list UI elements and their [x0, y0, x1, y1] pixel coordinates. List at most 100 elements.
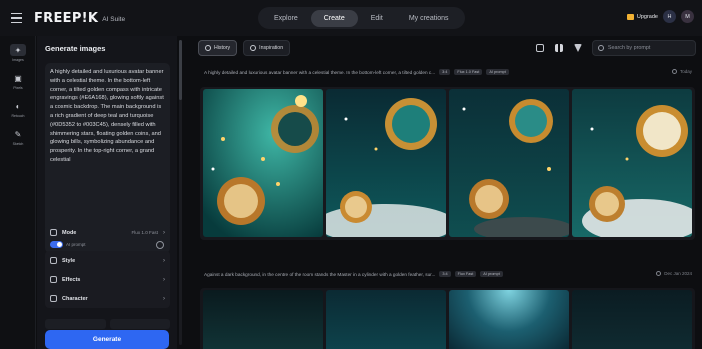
sketch-icon: ✎: [14, 129, 22, 139]
view-options: [536, 44, 582, 52]
image-batch: [200, 288, 695, 349]
tab-create[interactable]: Create: [310, 9, 358, 27]
character-option[interactable]: Character ›: [45, 289, 170, 308]
tag-ai-prompt: AI prompt: [486, 69, 509, 75]
search-box: [592, 40, 696, 56]
effects-icon: [50, 276, 57, 283]
crown-icon: [626, 13, 634, 20]
batch-date-label: Today: [679, 69, 692, 74]
batch-prompt-text[interactable]: A highly detailed and luxurious avatar b…: [204, 70, 435, 75]
mode-value: Flux 1.0 Fast: [131, 230, 158, 235]
generated-image[interactable]: [203, 89, 323, 237]
rail-item-retouch[interactable]: ◐ Retouch: [0, 95, 36, 123]
batch-prompt-line: A highly detailed and luxurious avatar b…: [204, 69, 509, 75]
quantity-stepper[interactable]: [45, 319, 106, 329]
prompt-text[interactable]: A highly detailed and luxurious avatar b…: [50, 68, 165, 218]
logo-subtitle: AI Suite: [102, 15, 126, 23]
tag-model: Flux Fast: [454, 271, 477, 277]
generated-image[interactable]: [203, 290, 323, 349]
generated-image[interactable]: [449, 290, 569, 349]
image-batch: [200, 87, 695, 240]
effects-option[interactable]: Effects ›: [45, 270, 170, 289]
image-icon: ✦: [10, 44, 26, 56]
tag-model: Flux 1.0 Fast: [454, 69, 483, 75]
history-icon: [205, 45, 211, 51]
ai-prompt-toggle[interactable]: [50, 241, 63, 248]
select-icon[interactable]: [536, 44, 544, 52]
sparkle-icon: [250, 45, 257, 51]
notifications-avatar[interactable]: H: [663, 10, 676, 23]
grid-view-icon[interactable]: [555, 44, 563, 52]
generated-image[interactable]: [572, 89, 692, 237]
rail-item-pixels[interactable]: ▣ Pixels: [0, 67, 36, 95]
inspiration-button[interactable]: Inspiration: [243, 40, 291, 56]
chevron-right-icon: ›: [163, 257, 165, 264]
tool-rail: ✦ Images ▣ Pixels ◐ Retouch ✎ Sketch: [0, 36, 36, 349]
rail-item-images[interactable]: ✦ Images: [0, 39, 36, 67]
generated-image[interactable]: [449, 89, 569, 237]
batch-prompt-line: Against a dark background, in the centre…: [204, 271, 503, 277]
batch-prompt-text[interactable]: Against a dark background, in the centre…: [204, 272, 435, 277]
history-button[interactable]: History: [198, 40, 238, 56]
user-avatar[interactable]: M: [681, 10, 694, 23]
inspiration-label: Inspiration: [259, 45, 284, 51]
tag-ai-prompt: AI prompt: [480, 271, 503, 277]
retouch-icon: ◐: [15, 101, 21, 111]
character-label: Character: [62, 295, 88, 302]
options-group: Style › Effects › Character ›: [45, 251, 170, 308]
style-icon: [50, 257, 57, 264]
top-right-actions: Upgrade H M: [626, 10, 694, 23]
ai-prompt-label: AI prompt: [66, 242, 86, 247]
rail-label: Pixels: [13, 86, 23, 90]
tab-edit[interactable]: Edit: [358, 10, 396, 27]
batch-date: Dec Jan 2024: [656, 271, 692, 276]
clock-icon: [671, 69, 677, 74]
chevron-right-icon: ›: [163, 295, 165, 302]
app-root: FREEP!K AI Suite Explore Create Edit My …: [0, 0, 702, 349]
filter-icon[interactable]: [574, 44, 582, 52]
panel-scrollbar[interactable]: [179, 40, 182, 345]
style-label: Style: [62, 257, 76, 264]
mode-selector[interactable]: Mode Flux 1.0 Fast ›: [45, 225, 170, 240]
search-icon: [598, 45, 604, 51]
generated-image[interactable]: [572, 290, 692, 349]
ai-prompt-toggle-row: AI prompt: [50, 241, 86, 248]
generated-image[interactable]: [326, 290, 446, 349]
main-content: History Inspiration A highly detailed an…: [186, 36, 702, 349]
character-icon: [50, 295, 57, 302]
quantity-controls: [45, 319, 170, 329]
rail-item-sketch[interactable]: ✎ Sketch: [0, 123, 36, 151]
mode-icon: [50, 229, 57, 236]
chevron-right-icon: ›: [163, 276, 165, 283]
rail-label: Images: [12, 58, 24, 62]
batch-date-label: Dec Jan 2024: [664, 271, 692, 276]
menu-icon[interactable]: [0, 0, 32, 36]
style-option[interactable]: Style ›: [45, 251, 170, 270]
pixels-icon: ▣: [14, 73, 22, 83]
rail-label: Retouch: [11, 114, 25, 118]
upgrade-label: Upgrade: [636, 13, 658, 20]
freepik-logo[interactable]: FREEP!K: [34, 11, 98, 26]
prompt-settings-icon[interactable]: [156, 241, 164, 249]
generated-image[interactable]: [326, 89, 446, 237]
tab-explore[interactable]: Explore: [261, 10, 311, 27]
tag-aspect: 3:4: [439, 69, 451, 75]
aspect-ratio-selector[interactable]: [109, 319, 170, 329]
upgrade-button[interactable]: Upgrade: [626, 13, 658, 20]
tag-aspect: 3:4: [439, 271, 451, 277]
rail-label: Sketch: [12, 142, 24, 146]
generate-panel: Generate images A highly detailed and lu…: [37, 36, 177, 349]
chevron-right-icon: ›: [163, 229, 165, 236]
panel-title: Generate images: [45, 44, 106, 53]
main-toolbar: History Inspiration: [198, 40, 291, 56]
history-label: History: [214, 45, 231, 51]
main-nav: Explore Create Edit My creations: [258, 7, 465, 29]
clock-icon: [656, 271, 662, 276]
effects-label: Effects: [62, 276, 81, 283]
top-bar: FREEP!K AI Suite Explore Create Edit My …: [0, 0, 702, 36]
mode-label: Mode: [62, 229, 77, 236]
batch-date: Today: [671, 69, 692, 74]
search-input[interactable]: [607, 45, 690, 51]
generate-button[interactable]: Generate: [45, 330, 169, 349]
tab-my-creations[interactable]: My creations: [396, 10, 462, 27]
